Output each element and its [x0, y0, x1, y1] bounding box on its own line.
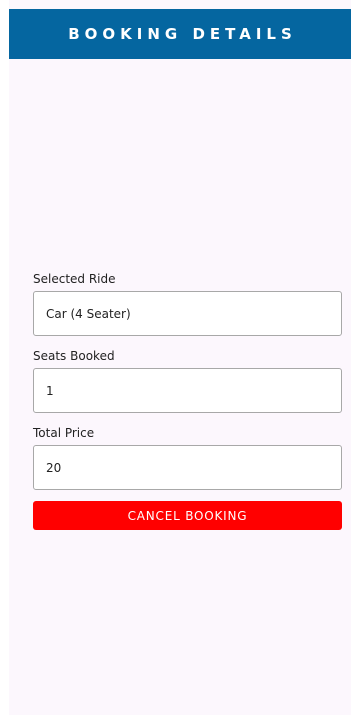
seats-booked-label: Seats Booked: [33, 349, 115, 363]
app-header: BOOKING DETAILS: [9, 9, 351, 59]
booking-form: Selected Ride Car (4 Seater) Seats Booke…: [33, 270, 342, 530]
booking-details-screen: BOOKING DETAILS Selected Ride Car (4 Sea…: [9, 0, 351, 715]
cancel-booking-button[interactable]: CANCEL BOOKING: [33, 501, 342, 530]
seats-booked-field[interactable]: 1: [33, 368, 342, 413]
selected-ride-label: Selected Ride: [33, 272, 116, 286]
total-price-field[interactable]: 20: [33, 445, 342, 490]
total-price-label: Total Price: [33, 426, 95, 440]
page-title: BOOKING DETAILS: [68, 25, 297, 43]
selected-ride-field[interactable]: Car (4 Seater): [33, 291, 342, 336]
